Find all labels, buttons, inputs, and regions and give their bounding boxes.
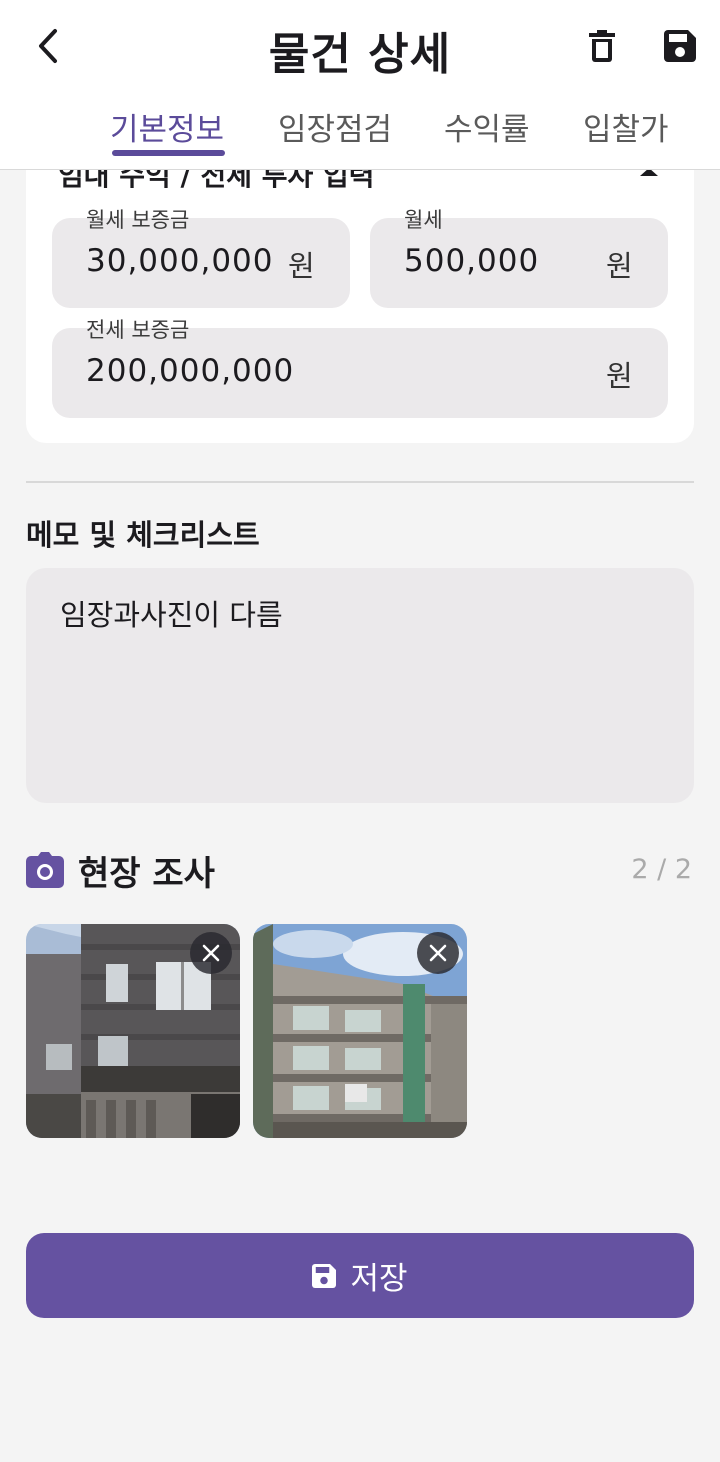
monthly-deposit-value: 30,000,000 [86,243,274,279]
building-photo-2[interactable] [253,924,467,1138]
rent-input-card: 임대 수익 / 전세 투자 입력 월세 보증금 30,000,000 원 월세 … [26,130,694,443]
monthly-deposit-unit: 원 [288,249,315,283]
monthly-rent-unit: 원 [606,249,633,283]
site-survey-title: 현장 조사 [78,854,215,894]
trash-icon [589,30,615,62]
close-icon [429,944,447,962]
camera-icon [26,852,64,888]
photo-count: 2 / 2 [631,854,692,885]
jeonse-deposit-unit: 원 [606,359,633,393]
monthly-rent-field[interactable]: 월세 500,000 원 [370,208,668,308]
monthly-rent-label: 월세 [404,208,443,232]
monthly-deposit-field[interactable]: 월세 보증금 30,000,000 원 [52,208,350,308]
remove-photo-2-button[interactable] [417,932,459,974]
tab-basic-info[interactable]: 기본정보 [110,104,224,149]
jeonse-deposit-label: 전세 보증금 [86,318,190,342]
close-icon [202,944,220,962]
remove-photo-1-button[interactable] [190,932,232,974]
floppy-disk-icon [664,30,696,62]
monthly-deposit-label: 월세 보증금 [86,208,190,232]
jeonse-deposit-field[interactable]: 전세 보증금 200,000,000 원 [52,318,668,418]
tab-bar: 기본정보 임장점검 수익률 입찰가 [80,104,720,170]
tab-bid-price[interactable]: 입찰가 [583,104,669,149]
save-icon-button[interactable] [658,24,702,68]
memo-title: 메모 및 체크리스트 [26,518,260,552]
active-tab-indicator [112,150,225,156]
app-header: 물건 상세 기본정보 임장점검 수익률 입찰가 [0,0,720,170]
tab-site-inspection[interactable]: 임장점검 [278,104,392,149]
floppy-disk-icon [312,1263,337,1288]
tab-yield[interactable]: 수익률 [444,104,530,149]
save-button[interactable]: 저장 [26,1233,694,1318]
section-divider [26,481,694,483]
delete-button[interactable] [580,24,624,68]
save-button-label: 저장 [350,1261,408,1297]
memo-text: 임장과사진이 다름 [60,598,283,632]
building-photo-1[interactable] [26,924,240,1138]
memo-textarea[interactable]: 임장과사진이 다름 [26,568,694,803]
monthly-rent-value: 500,000 [404,243,540,279]
jeonse-deposit-value: 200,000,000 [86,353,295,389]
